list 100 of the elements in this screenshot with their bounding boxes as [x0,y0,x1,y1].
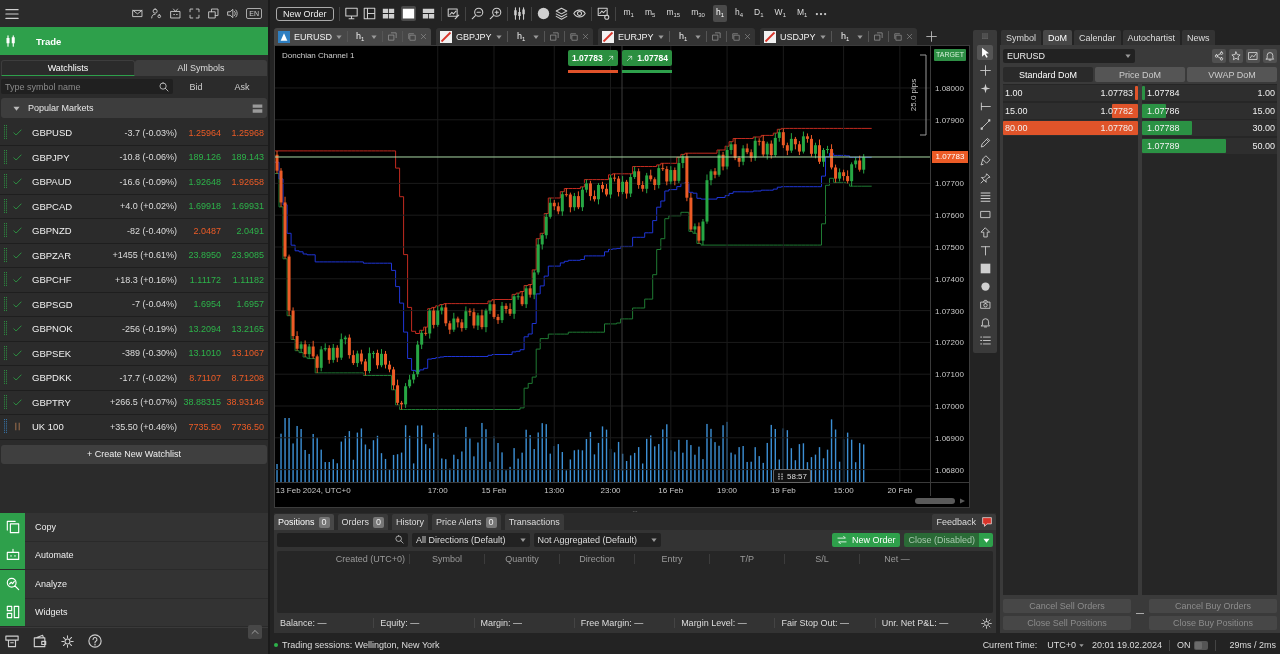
timeframe-dropdown[interactable]: h$_{1}$ [836,31,854,42]
watchlist-tab[interactable]: All Symbols [135,60,267,76]
dom-tab[interactable]: Price DoM [1095,67,1185,82]
timeframe-button[interactable]: m$_{30}$ [688,5,708,22]
panel-tab[interactable]: Calendar [1074,30,1121,45]
depth-row[interactable]: 1.07788 30.00 [1142,120,1277,136]
user-settings-icon[interactable] [151,8,163,19]
depth-row[interactable]: 1.07784 1.00 [1142,85,1277,101]
split-layout-icon[interactable] [420,6,436,21]
price[interactable]: 1.07784 [1147,88,1180,98]
toggle-switch[interactable] [1194,640,1209,650]
caret-down-icon[interactable] [496,33,503,40]
bid-price[interactable]: 189.126 [177,152,221,163]
star-icon[interactable] [1229,49,1243,63]
close-options-button[interactable] [979,533,993,547]
bid-price[interactable]: 13.2094 [177,323,221,334]
mail-icon[interactable] [132,8,144,19]
timeframe-button[interactable]: h$_{1}$ [712,5,728,22]
depth-row[interactable]: 80.00 1.07780 [1003,120,1138,136]
column-header[interactable]: Symbol [409,554,484,564]
panel-tab[interactable]: Transactions [504,514,564,530]
chart-settings-icon[interactable] [596,7,610,20]
grip-icon[interactable] [4,125,7,141]
panel-tab[interactable]: Autochartist [1122,30,1181,45]
caret-down-icon[interactable] [533,33,540,40]
timeframe-button[interactable]: M$_{1}$ [793,5,811,22]
grip-icon[interactable] [4,247,7,263]
grip-icon[interactable] [4,419,7,435]
feedback-button[interactable]: Feedback [932,514,996,530]
close-icon[interactable] [744,33,751,40]
column-header[interactable]: S/L [784,554,859,564]
column-header[interactable]: Direction [559,554,634,564]
ask-price[interactable]: 189.143 [221,152,264,163]
panel-tab[interactable]: News [1182,30,1215,45]
search-field[interactable] [277,533,408,547]
price[interactable]: 1.07780 [1100,123,1133,133]
chart-tab[interactable]: USDJPY h$_{1}$ [760,28,917,45]
bid-price[interactable]: 1.11172 [177,274,221,285]
single-layout-icon[interactable] [400,6,416,21]
caret-down-icon[interactable] [695,33,702,40]
depth-row[interactable]: 1.07786 15.00 [1142,102,1277,119]
settings-icon[interactable] [61,634,74,648]
zoom-in-icon[interactable] [488,7,502,20]
depth-row[interactable]: 1.00 1.07783 [1003,85,1138,101]
chart-tab[interactable]: GBPJPY h$_{1}$ [436,28,593,45]
ask-price[interactable]: 1.69931 [221,201,264,212]
panel-tab[interactable]: Orders 0 [337,514,389,530]
panel-tab[interactable]: Symbol [1001,30,1041,45]
price[interactable]: 1.07789 [1147,140,1180,151]
ask-price[interactable]: 7736.50 [221,421,264,432]
column-header[interactable]: Quantity [484,554,559,564]
panel-tab[interactable]: History [392,514,429,530]
timeframe-button[interactable]: m$_{5}$ [641,5,659,22]
bid-price[interactable]: 38.88315 [177,397,221,408]
zoom-out-icon[interactable] [470,7,484,20]
search-icon[interactable] [395,535,404,544]
bid-price[interactable]: 1.92648 [177,176,221,187]
watchlist-tab[interactable]: Watchlists [1,60,135,76]
column-header[interactable]: Created (UTC+0) [277,554,409,564]
detach-icon[interactable] [550,32,560,41]
tv-icon[interactable] [170,8,182,19]
card-slot-icon[interactable] [5,634,19,648]
ask-price[interactable]: 13.2165 [221,323,264,334]
fullscreen-icon[interactable] [189,8,201,19]
caret-down-icon[interactable] [857,33,864,40]
layers-icon[interactable] [554,7,568,20]
ask-price[interactable]: 23.9085 [221,250,264,261]
close-icon[interactable] [906,33,913,40]
speaker-icon[interactable] [227,8,239,19]
search-icon[interactable] [159,81,169,92]
bid-price[interactable]: 1.25964 [177,127,221,138]
panel-tab[interactable]: Positions 0 [274,514,334,530]
price[interactable]: 1.07783 [1100,88,1133,98]
timeframe-button[interactable]: m$_{1}$ [620,5,637,22]
grid-layout-icon[interactable] [380,6,396,21]
chart-tab[interactable]: EURUSD h$_{1}$ [274,28,431,45]
detach-icon[interactable] [712,32,722,41]
help-icon[interactable] [88,634,102,648]
column-header[interactable]: T/P [709,554,784,564]
panel-tab[interactable]: DoM [1043,30,1073,45]
dom-tab[interactable]: Standard DoM [1003,67,1093,82]
grip-icon[interactable] [4,345,7,361]
grip-icon[interactable] [4,321,7,337]
ask-price[interactable]: 1.11182 [221,274,264,285]
timeframe-button[interactable]: D$_{1}$ [751,5,767,22]
bid-price[interactable]: 7735.50 [177,421,221,432]
camera-icon[interactable] [977,297,993,312]
filter-dropdown[interactable]: Not Aggregated (Default) [533,533,662,547]
grip-icon[interactable] [4,296,7,312]
scroll-right-icon[interactable] [960,498,965,504]
scrollbar-thumb[interactable] [915,498,955,504]
depth-row[interactable]: 1.07789 50.00 [1142,137,1277,154]
section-button[interactable]: Automate [0,541,268,570]
price[interactable]: 1.07786 [1147,105,1180,116]
brush-icon[interactable] [977,153,993,168]
section-button[interactable]: Copy [0,513,268,542]
close-icon[interactable] [582,33,589,40]
grip-icon[interactable] [4,198,7,214]
filter-dropdown[interactable]: All Directions (Default) [412,533,530,547]
drag-handle-icon[interactable] [980,33,990,39]
